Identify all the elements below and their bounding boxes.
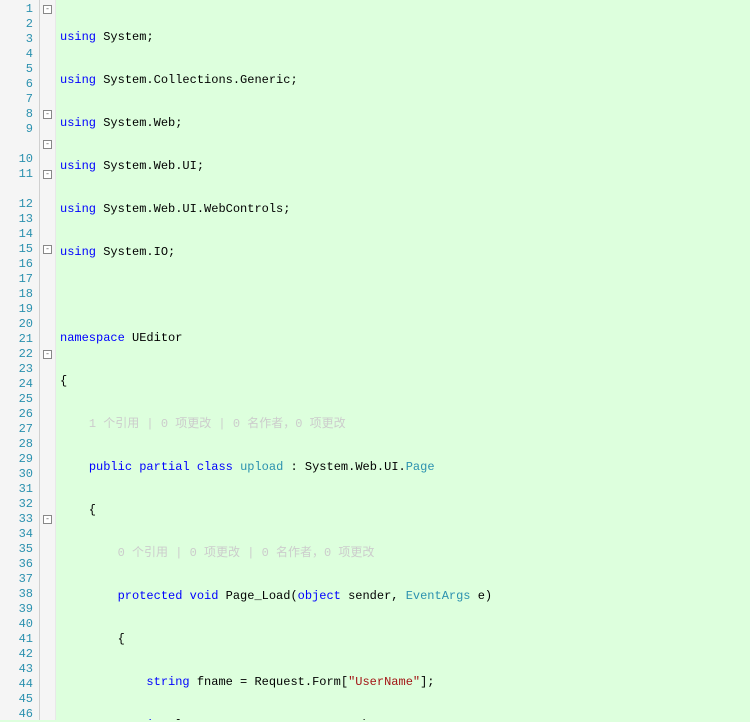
line-number: 20 — [0, 317, 39, 332]
line-number: 45 — [0, 692, 39, 707]
line-number: 40 — [0, 617, 39, 632]
line-number: 31 — [0, 482, 39, 497]
line-number: 26 — [0, 407, 39, 422]
fold-toggle[interactable]: - — [43, 110, 52, 119]
line-number: 29 — [0, 452, 39, 467]
line-number: 17 — [0, 272, 39, 287]
line-number: 2 — [0, 17, 39, 32]
line-number: 27 — [0, 422, 39, 437]
line-number: 30 — [0, 467, 39, 482]
line-number: 7 — [0, 92, 39, 107]
code-area[interactable]: using System; using System.Collections.G… — [56, 0, 750, 720]
line-number: 42 — [0, 647, 39, 662]
line-number — [0, 182, 39, 197]
fold-toggle[interactable]: - — [43, 140, 52, 149]
line-number: 21 — [0, 332, 39, 347]
line-number: 39 — [0, 602, 39, 617]
line-number: 13 — [0, 212, 39, 227]
line-number: 16 — [0, 257, 39, 272]
line-number: 22 — [0, 347, 39, 362]
line-number: 43 — [0, 662, 39, 677]
line-number: 23 — [0, 362, 39, 377]
line-number: 44 — [0, 677, 39, 692]
fold-toggle[interactable]: - — [43, 5, 52, 14]
line-number: 1 — [0, 2, 39, 17]
line-number: 3 — [0, 32, 39, 47]
line-number: 12 — [0, 197, 39, 212]
line-number: 35 — [0, 542, 39, 557]
line-number: 41 — [0, 632, 39, 647]
line-number: 37 — [0, 572, 39, 587]
fold-gutter: - - - - - - - — [40, 0, 56, 720]
code-editor: 1234567891011121314151617181920212223242… — [0, 0, 750, 720]
line-number: 15 — [0, 242, 39, 257]
line-number: 8 — [0, 107, 39, 122]
fold-toggle[interactable]: - — [43, 170, 52, 179]
line-number: 36 — [0, 557, 39, 572]
line-number: 34 — [0, 527, 39, 542]
line-number: 38 — [0, 587, 39, 602]
line-number: 28 — [0, 437, 39, 452]
line-number: 24 — [0, 377, 39, 392]
line-number: 18 — [0, 287, 39, 302]
codelens-method[interactable]: 0 个引用 | 0 项更改 | 0 名作者，0 项更改 — [118, 546, 375, 560]
codelens-class[interactable]: 1 个引用 | 0 项更改 | 0 名作者，0 项更改 — [89, 417, 346, 431]
line-number: 4 — [0, 47, 39, 62]
line-number: 10 — [0, 152, 39, 167]
line-number: 11 — [0, 167, 39, 182]
line-number-gutter: 1234567891011121314151617181920212223242… — [0, 0, 40, 720]
fold-toggle[interactable]: - — [43, 350, 52, 359]
line-number: 25 — [0, 392, 39, 407]
line-number: 19 — [0, 302, 39, 317]
line-number: 6 — [0, 77, 39, 92]
line-number: 5 — [0, 62, 39, 77]
fold-toggle[interactable]: - — [43, 515, 52, 524]
line-number: 32 — [0, 497, 39, 512]
line-number: 9 — [0, 122, 39, 137]
line-number: 33 — [0, 512, 39, 527]
fold-toggle[interactable]: - — [43, 245, 52, 254]
line-number: 14 — [0, 227, 39, 242]
line-number — [0, 137, 39, 152]
